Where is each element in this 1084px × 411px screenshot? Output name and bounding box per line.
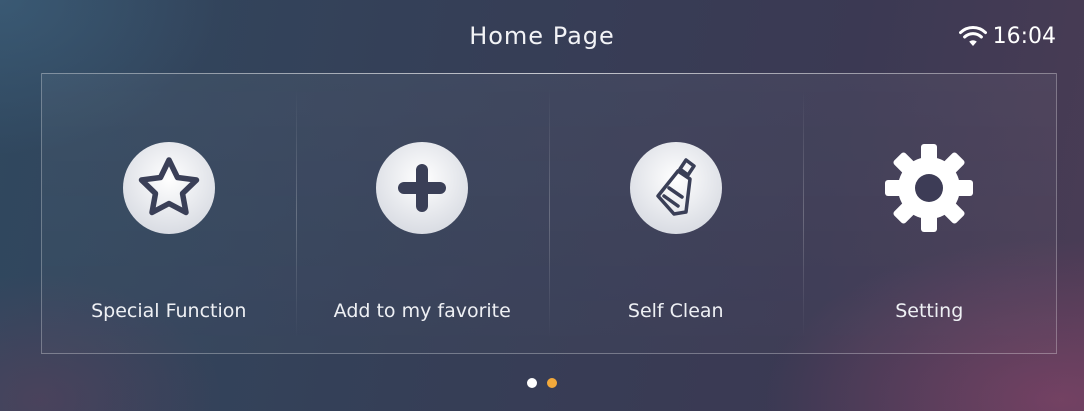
page-dot-2[interactable] xyxy=(547,378,557,388)
function-panel: Special Function Add to my favorite Self… xyxy=(41,73,1057,354)
plus-icon xyxy=(374,140,470,236)
add-favorite-label: Add to my favorite xyxy=(333,300,511,322)
special-function-label: Special Function xyxy=(91,300,247,322)
page-indicator xyxy=(0,378,1084,388)
page-dot-1[interactable] xyxy=(527,378,537,388)
add-favorite-tile[interactable]: Add to my favorite xyxy=(295,74,550,353)
wifi-icon xyxy=(958,25,987,46)
status-bar: 16:04 xyxy=(958,24,1056,49)
self-clean-tile[interactable]: Self Clean xyxy=(549,74,803,353)
self-clean-label: Self Clean xyxy=(627,300,724,322)
star-icon xyxy=(121,140,217,236)
special-function-tile[interactable]: Special Function xyxy=(42,74,296,353)
setting-tile[interactable]: Setting xyxy=(802,74,1057,353)
setting-label: Setting xyxy=(895,300,964,322)
clock: 16:04 xyxy=(992,24,1056,49)
page-title: Home Page xyxy=(469,22,615,50)
gear-icon xyxy=(881,140,977,236)
brush-icon xyxy=(628,140,724,236)
